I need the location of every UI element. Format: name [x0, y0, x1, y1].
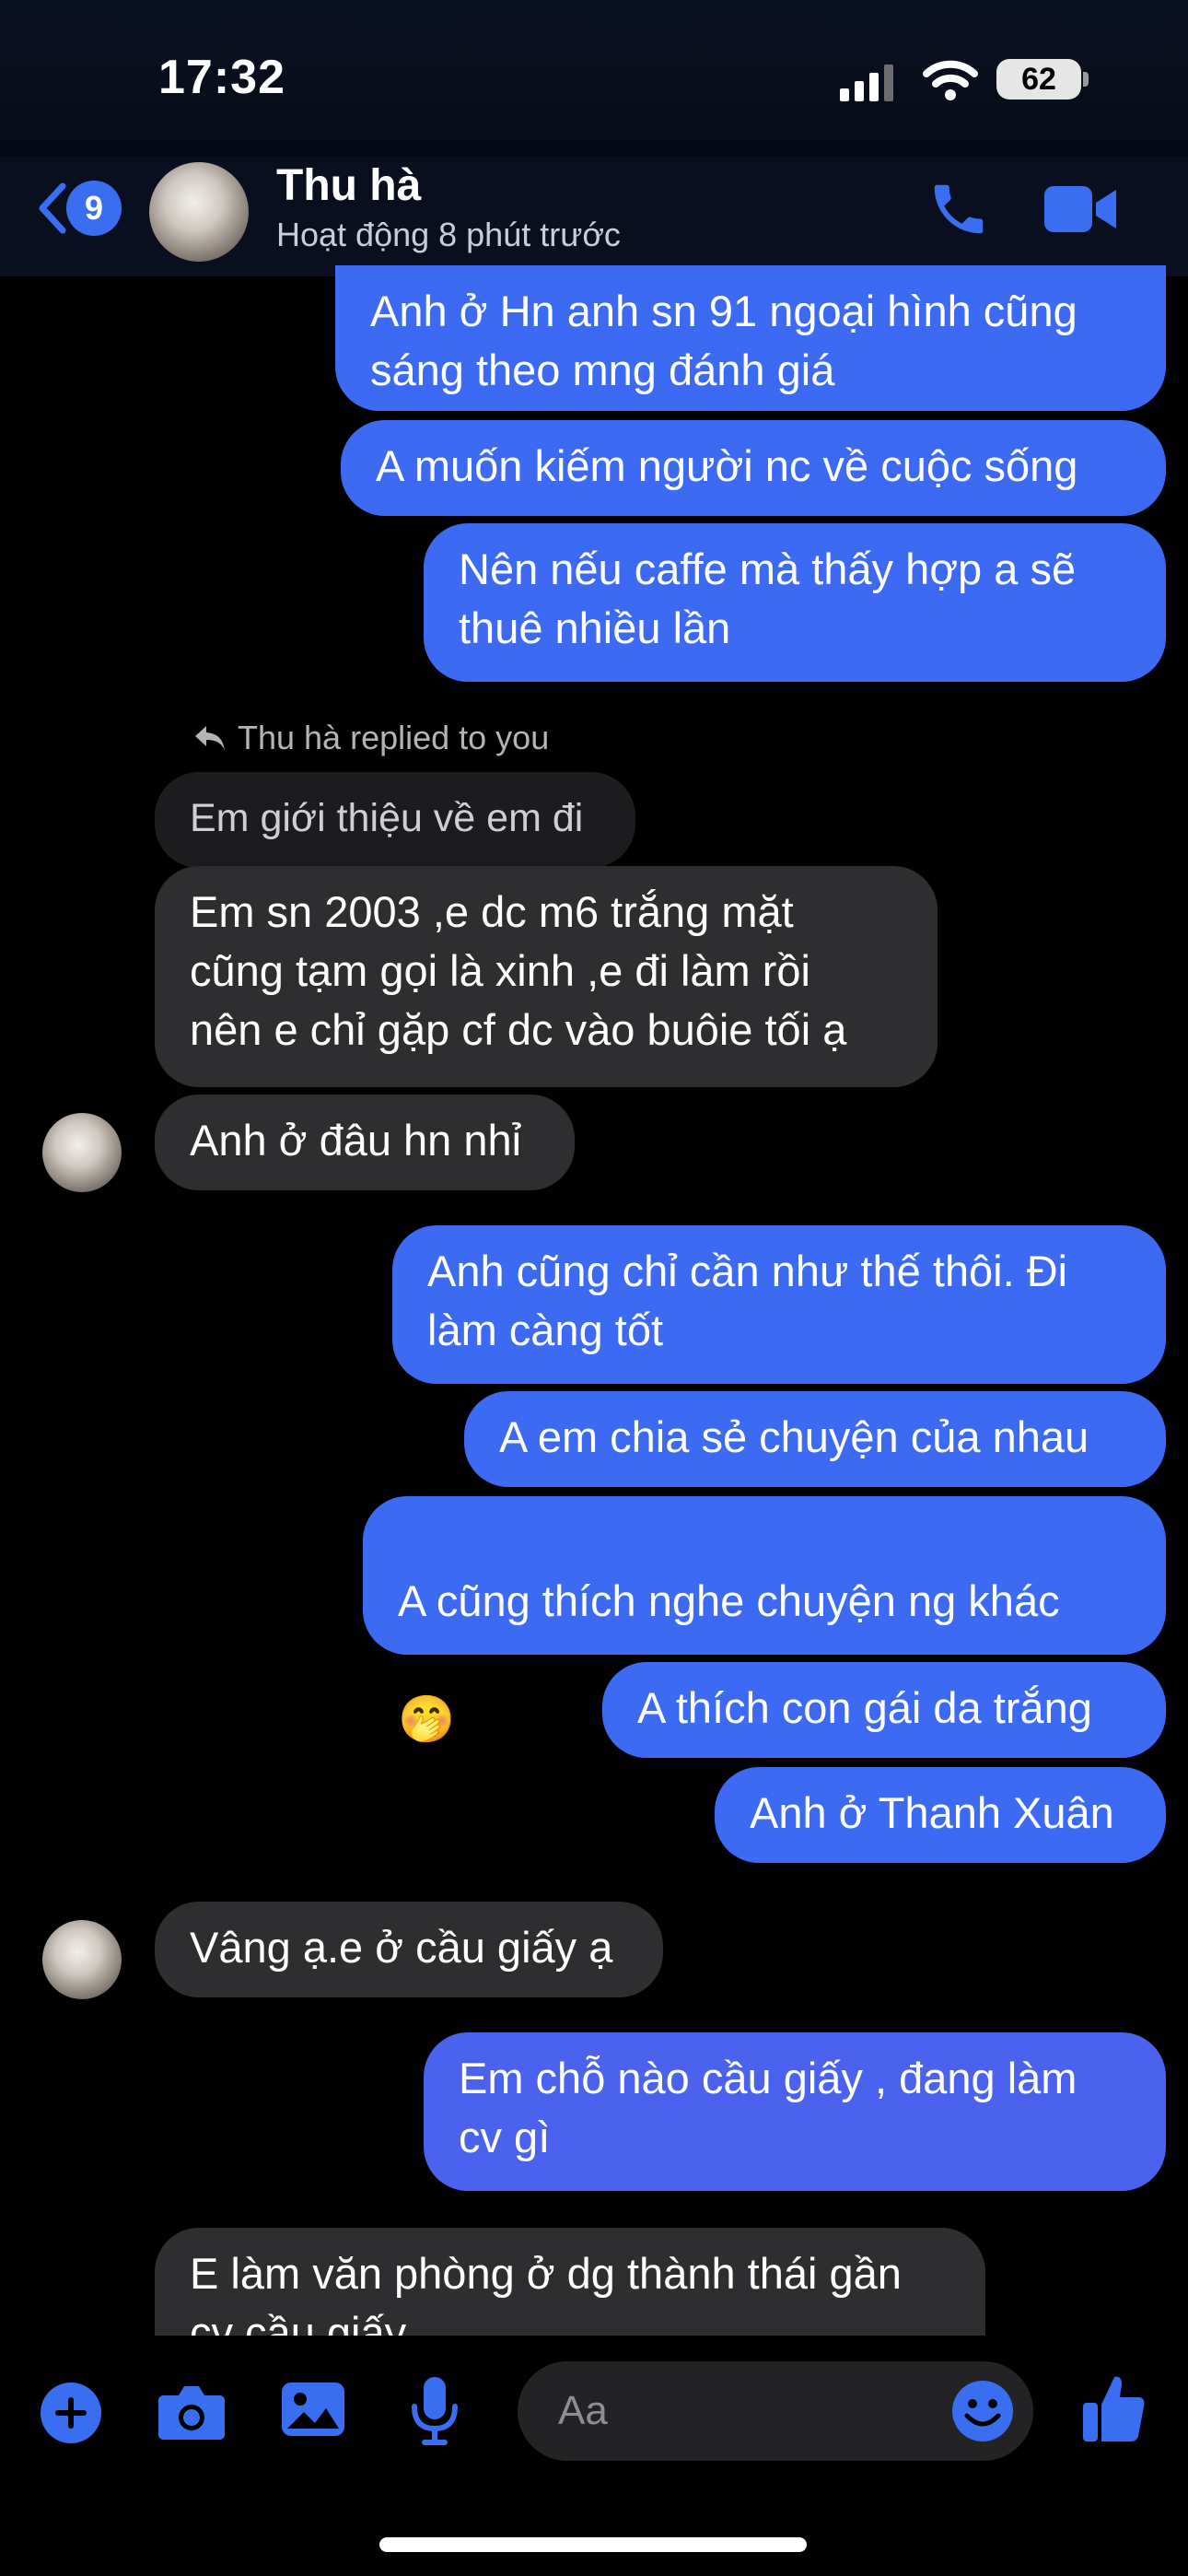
chevron-left-icon[interactable]: [35, 181, 68, 236]
message-text: A cũng thích nghe chuyện ng khác: [398, 1576, 1060, 1625]
image-icon[interactable]: [280, 2379, 346, 2440]
signal-icon: [840, 64, 893, 101]
battery-icon: 62: [996, 59, 1081, 100]
message-outgoing[interactable]: Nên nếu caffe mà thấy hợp a sẽ thuê nhiề…: [424, 523, 1166, 682]
message-outgoing[interactable]: Anh ở Thanh Xuân: [715, 1767, 1166, 1863]
wifi-icon: [923, 60, 978, 100]
reply-icon: [195, 726, 225, 750]
message-outgoing[interactable]: Anh ở Hn anh sn 91 ngoại hình cũng sáng …: [335, 265, 1166, 411]
microphone-icon[interactable]: [409, 2375, 460, 2449]
hand-over-mouth-emoji: 🤭: [398, 1693, 456, 1745]
message-outgoing[interactable]: A muốn kiếm người nc về cuộc sống: [341, 420, 1166, 516]
video-camera-icon[interactable]: [1042, 181, 1118, 238]
emoji-icon[interactable]: [950, 2379, 1015, 2443]
contact-avatar[interactable]: [149, 162, 249, 262]
camera-icon[interactable]: [157, 2381, 227, 2441]
contact-name[interactable]: Thu hà: [276, 160, 421, 211]
plus-icon[interactable]: [39, 2381, 103, 2445]
message-incoming[interactable]: Anh ở đâu hn nhỉ: [155, 1095, 575, 1190]
reply-label: Thu hà replied to you: [238, 719, 550, 756]
message-incoming[interactable]: Vâng ạ.e ở cầu giấy ạ: [155, 1902, 663, 1997]
unread-count-badge[interactable]: 9: [66, 181, 122, 236]
contact-status: Hoạt động 8 phút trước: [276, 216, 621, 253]
phone-icon[interactable]: [926, 177, 991, 241]
message-outgoing[interactable]: Anh cũng chỉ cần như thế thôi. Đi làm cà…: [392, 1225, 1166, 1384]
message-outgoing[interactable]: A em chia sẻ chuyện của nhau: [464, 1391, 1166, 1487]
message-outgoing[interactable]: A cũng thích nghe chuyện ng khác 🤭: [363, 1496, 1166, 1745]
message-incoming[interactable]: Em sn 2003 ,e dc m6 trắng mặt cũng tạm g…: [155, 866, 938, 1087]
message-outgoing[interactable]: Em chỗ nào cầu giấy , đang làm cv gì: [424, 2032, 1166, 2191]
contact-avatar-small[interactable]: [42, 1920, 122, 1999]
thumbs-up-icon[interactable]: [1081, 2371, 1147, 2445]
contact-avatar-small[interactable]: [42, 1113, 122, 1192]
home-indicator[interactable]: [379, 2537, 807, 2552]
status-time: 17:32: [158, 51, 285, 104]
quoted-message[interactable]: Em giới thiệu về em đi: [155, 772, 635, 868]
message-outgoing[interactable]: A thích con gái da trắng: [602, 1662, 1166, 1758]
battery-tip: [1083, 72, 1089, 87]
